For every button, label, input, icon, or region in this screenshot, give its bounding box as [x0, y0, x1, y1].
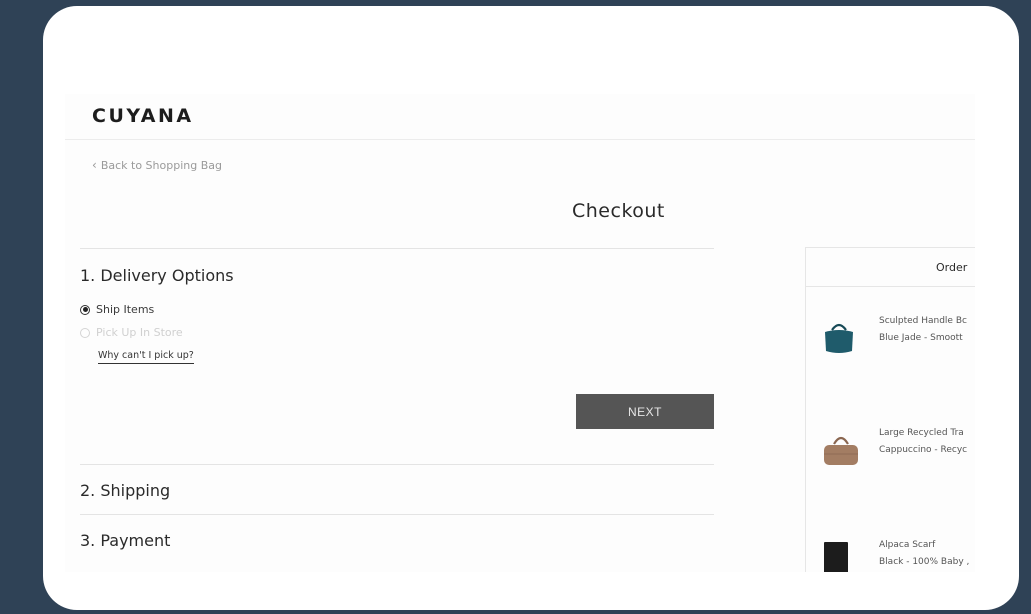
- summary-item[interactable]: Sculpted Handle Bc Blue Jade - Smoott: [822, 316, 975, 366]
- order-summary-panel: Order Sculpted Handle Bc Blue Jade - Smo…: [805, 247, 975, 572]
- pick-up-label: Pick Up In Store: [96, 326, 183, 339]
- back-link-label: Back to Shopping Bag: [100, 158, 222, 172]
- brand-logo[interactable]: CUYANA: [92, 105, 194, 127]
- back-to-bag-link[interactable]: ‹ Back to Shopping Bag: [92, 158, 222, 172]
- divider: [80, 514, 714, 515]
- item-name: Large Recycled Tra: [879, 428, 964, 438]
- radio-checked-icon[interactable]: [80, 304, 90, 315]
- duffel-bag-icon: [824, 436, 858, 465]
- item-name: Alpaca Scarf: [879, 540, 936, 550]
- summary-item[interactable]: Large Recycled Tra Cappuccino - Recyc: [822, 428, 975, 478]
- order-summary-heading: Order: [806, 248, 975, 287]
- scarf-icon: [824, 542, 848, 572]
- next-button[interactable]: NEXT: [576, 394, 714, 429]
- payment-heading[interactable]: 3. Payment: [80, 531, 170, 550]
- divider: [80, 248, 714, 249]
- top-bar: CUYANA: [65, 94, 975, 140]
- radio-disabled-icon: [80, 327, 90, 338]
- item-variant: Blue Jade - Smoott: [879, 333, 963, 343]
- checkout-page: CUYANA ‹ Back to Shopping Bag Checkout 1…: [65, 94, 975, 572]
- ship-items-option[interactable]: Ship Items: [80, 303, 154, 316]
- item-name: Sculpted Handle Bc: [879, 316, 967, 326]
- delivery-options-heading[interactable]: 1. Delivery Options: [80, 266, 234, 285]
- chevron-left-icon: ‹: [92, 158, 97, 172]
- why-cant-pickup-link[interactable]: Why can't I pick up?: [98, 350, 194, 364]
- handbag-icon: [825, 323, 853, 353]
- divider: [80, 464, 714, 465]
- item-variant: Black - 100% Baby ,: [879, 557, 970, 567]
- summary-item[interactable]: Alpaca Scarf Black - 100% Baby ,: [822, 540, 975, 572]
- ship-items-label: Ship Items: [96, 303, 155, 316]
- device-frame: CUYANA ‹ Back to Shopping Bag Checkout 1…: [43, 6, 1019, 610]
- page-title: Checkout: [572, 200, 665, 222]
- shipping-heading[interactable]: 2. Shipping: [80, 481, 170, 500]
- item-variant: Cappuccino - Recyc: [879, 445, 968, 455]
- pick-up-in-store-option: Pick Up In Store: [80, 326, 183, 339]
